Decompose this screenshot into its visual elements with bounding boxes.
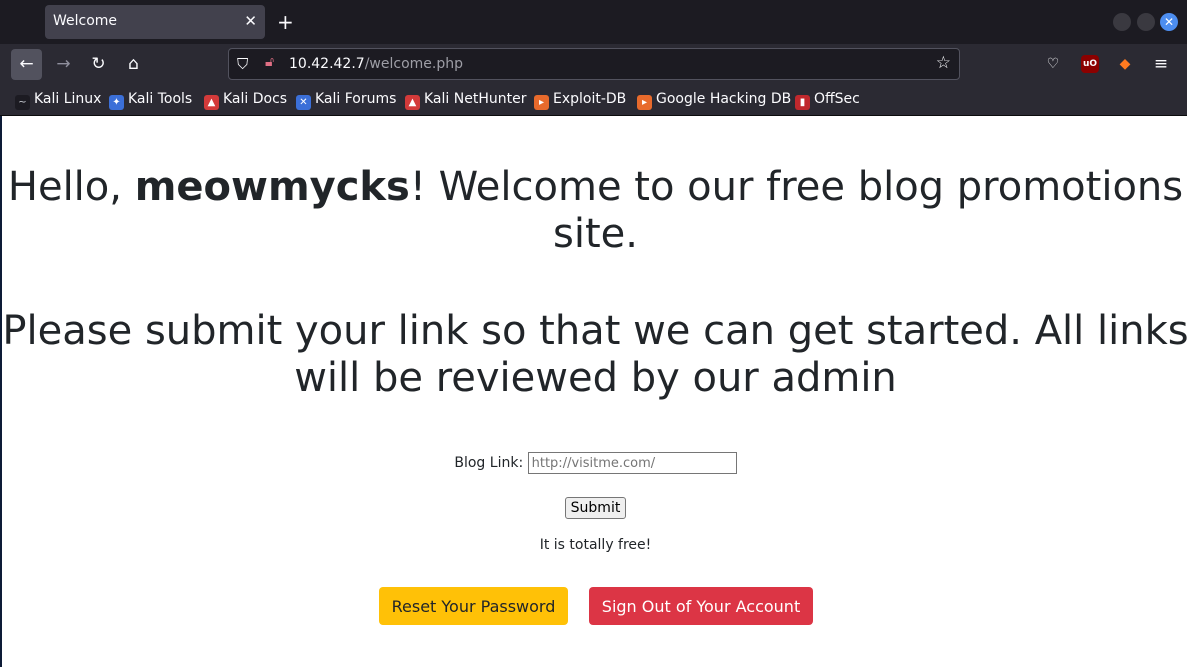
bookmarks-toolbar: ~ Kali Linux ✦ Kali Tools ▲ Kali Docs ✕ Kali… bbox=[0, 84, 1187, 116]
forward-arrow-icon[interactable]: → bbox=[48, 49, 79, 80]
submit-button[interactable]: Submit bbox=[565, 497, 626, 519]
new-tab-icon[interactable]: + bbox=[277, 9, 294, 35]
welcome-heading: Hello, meowmycks! Welcome to our free bl… bbox=[7, 164, 1184, 257]
bookmark-kali-nethunter[interactable]: ▲ Kali NetHunter bbox=[405, 91, 526, 110]
url-host: 10.42.42.7 bbox=[289, 56, 365, 72]
bookmark-kali-tools[interactable]: ✦ Kali Tools bbox=[109, 91, 192, 110]
username: meowmycks bbox=[134, 164, 410, 210]
foxyproxy-icon[interactable]: ◆ bbox=[1116, 55, 1134, 73]
bookmark-kali-forums[interactable]: ✕ Kali Forums bbox=[296, 91, 396, 110]
bookmark-exploit-db[interactable]: ▸ Exploit-DB bbox=[534, 91, 626, 110]
pocket-icon[interactable]: ♡ bbox=[1044, 55, 1062, 73]
kali-forums-icon: ✕ bbox=[296, 95, 311, 110]
insecure-lock-icon[interactable]: 🔓︎ bbox=[265, 54, 274, 70]
bookmark-google-hacking-db[interactable]: ▸ Google Hacking DB bbox=[637, 91, 791, 110]
maximize-window-button[interactable] bbox=[1137, 13, 1155, 31]
sign-out-button[interactable]: Sign Out of Your Account bbox=[589, 587, 813, 625]
tab-welcome[interactable]: Welcome ✕ bbox=[45, 5, 265, 39]
bookmark-kali-linux[interactable]: ~ Kali Linux bbox=[15, 91, 101, 110]
home-icon[interactable]: ⌂ bbox=[118, 49, 149, 80]
tab-title: Welcome bbox=[53, 13, 118, 29]
bookmark-offsec[interactable]: ▮ OffSec bbox=[795, 91, 860, 110]
url-path: /welcome.php bbox=[364, 56, 463, 72]
tab-bar: Welcome ✕ + ✕ bbox=[0, 0, 1187, 44]
back-arrow-icon[interactable]: ← bbox=[11, 49, 42, 80]
url-text[interactable]: 10.42.42.7/welcome.php bbox=[289, 56, 463, 72]
bookmark-kali-docs[interactable]: ▲ Kali Docs bbox=[204, 91, 287, 110]
blog-link-input[interactable] bbox=[527, 452, 737, 474]
instruction-heading: Please submit your link so that we can g… bbox=[2, 308, 1187, 401]
blog-link-label: Blog Link: bbox=[454, 455, 524, 471]
kali-tools-icon: ✦ bbox=[109, 95, 124, 110]
reload-icon[interactable]: ↻ bbox=[83, 49, 114, 80]
hamburger-menu-icon[interactable]: ≡ bbox=[1152, 55, 1170, 73]
offsec-icon: ▮ bbox=[795, 95, 810, 110]
free-note: It is totally free! bbox=[539, 537, 652, 553]
exploit-db-icon: ▸ bbox=[534, 95, 549, 110]
close-tab-icon[interactable]: ✕ bbox=[244, 11, 257, 31]
reset-password-button[interactable]: Reset Your Password bbox=[379, 587, 568, 625]
blog-link-form: Blog Link: bbox=[2, 452, 1187, 474]
shield-icon[interactable]: ⛉ bbox=[237, 55, 248, 73]
minimize-window-button[interactable] bbox=[1113, 13, 1131, 31]
kali-docs-icon: ▲ bbox=[204, 95, 219, 110]
kali-nethunter-icon: ▲ bbox=[405, 95, 420, 110]
url-bar[interactable]: ⛉ 🔓︎ 10.42.42.7/welcome.php ☆ bbox=[228, 48, 960, 80]
kali-dragon-icon: ~ bbox=[15, 95, 30, 110]
ghdb-icon: ▸ bbox=[637, 95, 652, 110]
ublock-origin-icon[interactable]: uO bbox=[1081, 55, 1099, 73]
bookmark-star-icon[interactable]: ☆ bbox=[936, 53, 951, 73]
close-window-button[interactable]: ✕ bbox=[1160, 13, 1178, 31]
page-content: Hello, meowmycks! Welcome to our free bl… bbox=[0, 116, 1187, 667]
